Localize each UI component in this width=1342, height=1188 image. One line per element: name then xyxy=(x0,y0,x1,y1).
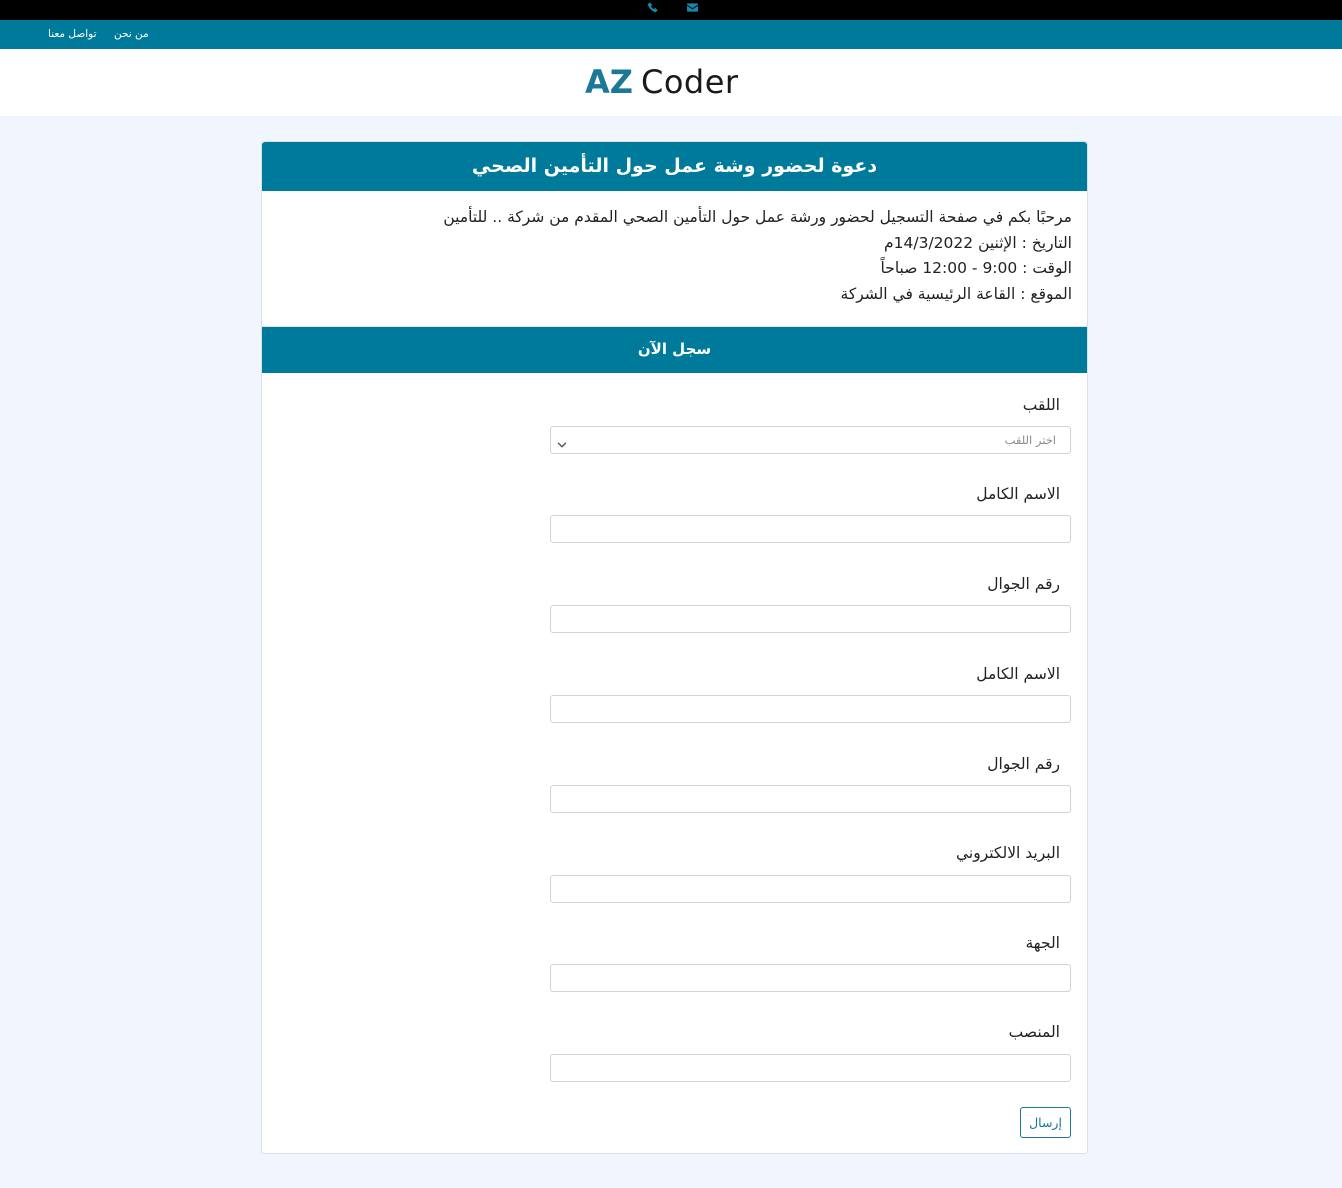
submit-button[interactable]: إرسال xyxy=(1020,1107,1071,1138)
event-time: الوقت : 9:00 - 12:00 صباحاً xyxy=(880,259,1072,277)
welcome-text: مرحبًا بكم في صفحة التسجيل لحضور ورشة عم… xyxy=(443,208,1072,226)
brand-header: AZ Coder xyxy=(0,49,1342,116)
full-name-label-2: الاسم الكامل xyxy=(976,665,1060,683)
page-title: دعوة لحضور وشة عمل حول التأمين الصحي xyxy=(471,155,878,177)
full-name-label: الاسم الكامل xyxy=(976,485,1060,503)
organization-label: الجهة xyxy=(1025,934,1061,952)
form-section-header: سجل الآن xyxy=(262,327,1087,373)
position-label: المنصب xyxy=(1008,1023,1060,1041)
full-name-field[interactable] xyxy=(550,515,1071,543)
title-label: اللقب xyxy=(1022,396,1060,414)
logo-az: AZ xyxy=(585,63,633,101)
logo-coder: Coder xyxy=(640,63,739,101)
event-info: مرحبًا بكم في صفحة التسجيل لحضور ورشة عم… xyxy=(292,205,1072,307)
organization-field[interactable] xyxy=(550,964,1071,992)
chevron-down-icon xyxy=(557,435,567,448)
top-contact-bar xyxy=(0,0,1342,20)
event-date: التاريخ : الإثنين 14/3/2022م xyxy=(884,233,1072,252)
mobile-field-2[interactable] xyxy=(550,785,1071,813)
envelope-icon[interactable] xyxy=(685,2,699,16)
registration-card: دعوة لحضور وشة عمل حول التأمين الصحي مرح… xyxy=(261,141,1088,1154)
logo[interactable]: AZ Coder xyxy=(585,61,739,103)
form-section-title: سجل الآن xyxy=(637,340,712,358)
mobile-label: رقم الجوال xyxy=(987,575,1060,593)
nav-link-contact[interactable]: تواصل معنا xyxy=(48,27,97,41)
mobile-field[interactable] xyxy=(550,605,1071,633)
mobile-label-2: رقم الجوال xyxy=(987,755,1060,773)
event-location: الموقع : القاعة الرئيسية في الشركة xyxy=(840,284,1072,303)
card-header: دعوة لحضور وشة عمل حول التأمين الصحي xyxy=(262,142,1087,191)
navbar: تواصل معنا من نحن xyxy=(0,20,1342,49)
email-label: البريد الالكتروني xyxy=(955,844,1060,862)
email-field[interactable] xyxy=(550,875,1071,903)
title-select[interactable]: اختر اللقب xyxy=(550,426,1071,454)
position-field[interactable] xyxy=(550,1054,1071,1082)
nav-link-about[interactable]: من نحن xyxy=(114,27,149,41)
title-select-placeholder: اختر اللقب xyxy=(1004,433,1056,447)
full-name-field-2[interactable] xyxy=(550,695,1071,723)
phone-icon[interactable] xyxy=(645,2,659,16)
